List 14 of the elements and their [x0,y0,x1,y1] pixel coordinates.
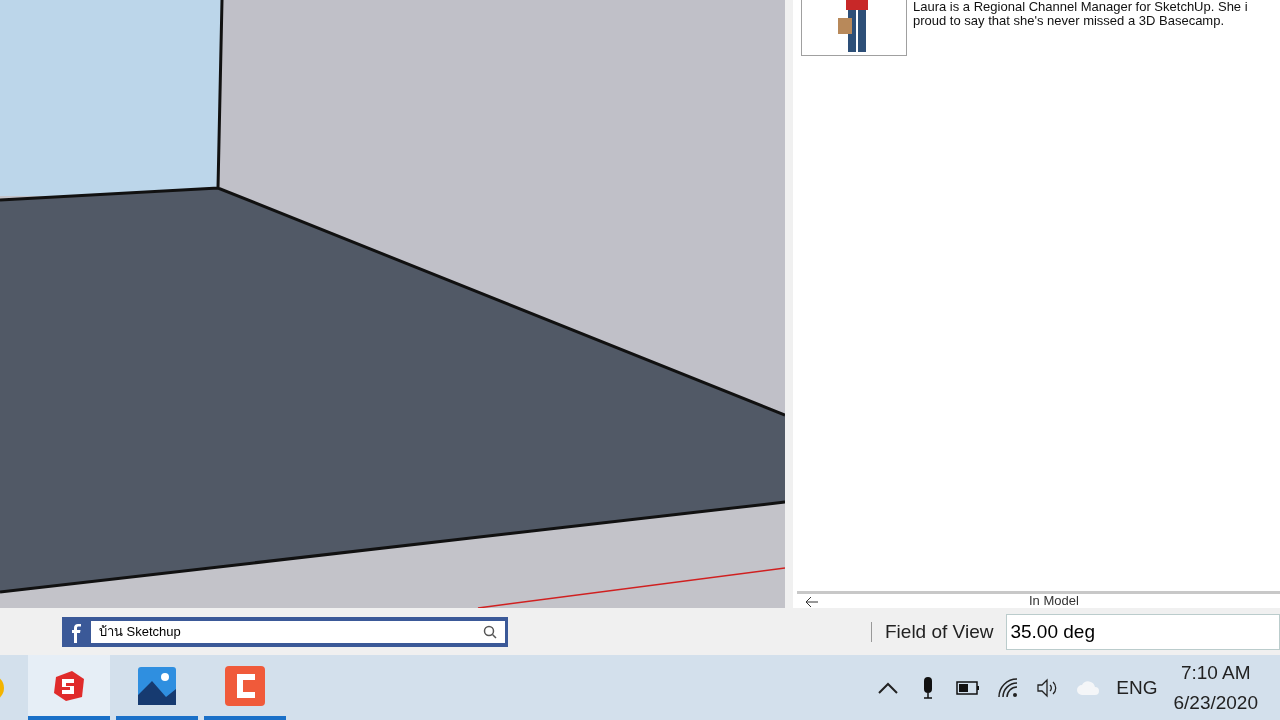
back-arrow-icon[interactable] [805,596,819,608]
panel-footer-label: In Model [1029,594,1079,608]
field-of-view-input[interactable]: 35.00 deg [1006,613,1280,650]
clock[interactable]: 7:10 AM 6/23/2020 [1173,657,1258,718]
search-field[interactable]: บ้าน Sketchup [91,620,505,643]
field-of-view-label: Field of View [885,620,994,643]
model-viewport-drawing[interactable] [0,0,785,608]
search-icon[interactable] [483,624,497,639]
language-indicator[interactable]: ENG [1116,676,1158,699]
sketchup-icon [52,668,86,703]
recorder-icon [225,665,265,706]
photos-icon [138,666,176,705]
taskbar-app[interactable] [28,655,110,720]
profile-bio: Laura is a Regional Channel Manager for SketchUp. She i proud to say that she's never missed a 3D Basecamp. [913,0,1248,30]
